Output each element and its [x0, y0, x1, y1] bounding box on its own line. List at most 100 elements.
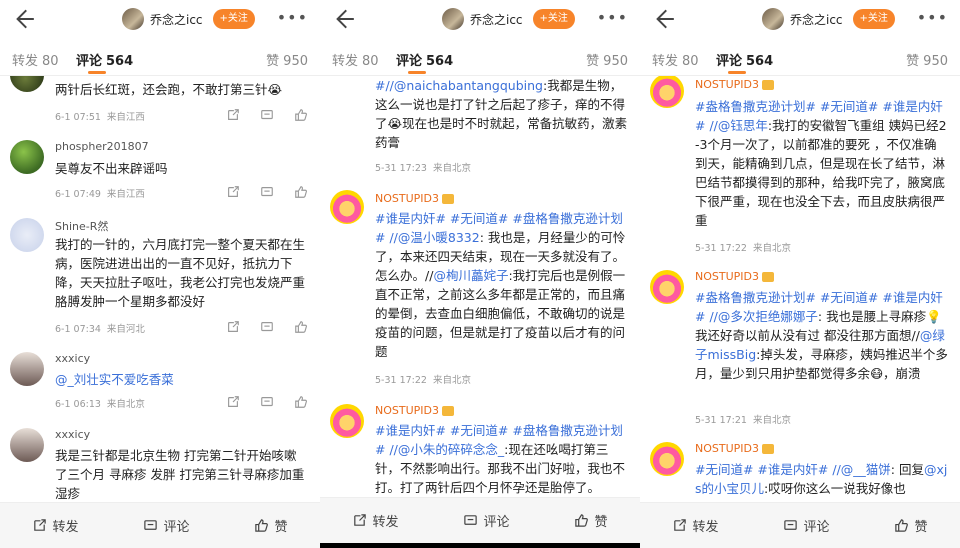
hashtag-prefix[interactable]: #// — [375, 78, 394, 93]
comment-icon[interactable] — [260, 319, 274, 333]
like-button[interactable]: 赞 — [574, 511, 608, 530]
commenter-name[interactable]: NOSTUPID3 — [695, 78, 774, 91]
tab-repost[interactable]: 转发 80 — [12, 50, 59, 69]
comment-button[interactable]: 评论 — [143, 516, 190, 535]
mention-link[interactable]: //@钰思年 — [709, 118, 767, 133]
like-icon[interactable] — [294, 107, 308, 121]
mention-link[interactable]: //@__猫饼 — [832, 462, 890, 477]
active-tab-indicator — [408, 71, 426, 74]
like-button[interactable]: 赞 — [894, 516, 928, 535]
hashtag-links[interactable]: #无间道# #谁是内奸# — [695, 462, 828, 477]
tab-repost[interactable]: 转发 80 — [332, 50, 379, 69]
mention-link[interactable]: @栒川藟姹子 — [433, 268, 508, 283]
mention-link[interactable]: //@温小暖8332 — [389, 230, 479, 245]
commenter-name-text: NOSTUPID3 — [375, 192, 439, 205]
comment-date: 5-31 17:22 — [695, 243, 747, 254]
back-arrow-icon[interactable] — [330, 6, 356, 32]
back-arrow-icon[interactable] — [650, 6, 676, 32]
mention-link[interactable]: //@小朱的碎碎念念_ — [389, 442, 504, 457]
repost-button[interactable]: 转发 — [32, 516, 79, 535]
avatar[interactable] — [10, 218, 44, 252]
tab-repost-label: 转发 — [12, 54, 39, 69]
tabs: 转发 80 评论 564 赞 950 — [640, 38, 960, 76]
avatar[interactable] — [10, 76, 44, 92]
repost-label: 转发 — [692, 520, 719, 535]
tab-like-count: 950 — [283, 54, 308, 69]
commenter-name[interactable]: NOSTUPID3 — [375, 192, 454, 205]
repost-button[interactable]: 转发 — [352, 511, 399, 530]
comment-icon[interactable] — [260, 107, 274, 121]
repost-icon — [674, 519, 687, 531]
comment-label: 评论 — [483, 515, 510, 530]
tab-comment[interactable]: 评论 564 — [76, 50, 133, 69]
like-icon[interactable] — [294, 184, 308, 198]
mention-link[interactable]: //@多次拒绝娜娜子 — [709, 309, 817, 324]
avatar[interactable] — [762, 8, 784, 30]
like-icon[interactable] — [294, 319, 308, 333]
author[interactable]: 乔念之icc +关注 — [442, 7, 575, 31]
share-icon[interactable] — [226, 319, 240, 333]
avatar[interactable] — [330, 404, 364, 438]
comment-text: #//@naichabantangqubing:我都是生物，这么一说也是打了针之… — [375, 76, 628, 152]
bottom-action-bar: 转发 评论 赞 — [0, 502, 320, 548]
tab-comment[interactable]: 评论 564 — [396, 50, 453, 69]
commenter-name[interactable]: NOSTUPID3 — [375, 404, 454, 417]
tab-like[interactable]: 赞 950 — [906, 50, 948, 69]
avatar[interactable] — [650, 76, 684, 108]
comment-date: 6-1 06:13 — [55, 399, 101, 410]
comment-button[interactable]: 评论 — [783, 516, 830, 535]
commenter-name[interactable]: NOSTUPID3 — [695, 442, 774, 455]
comment-meta: 6-1 07:51 来自江西 — [55, 109, 145, 123]
comment-icon[interactable] — [260, 184, 274, 198]
commenter-name[interactable]: xxxicy — [55, 352, 90, 365]
comment-button[interactable]: 评论 — [463, 511, 510, 530]
commenter-name[interactable]: NOSTUPID3 — [695, 270, 774, 283]
avatar[interactable] — [442, 8, 464, 30]
author[interactable]: 乔念之icc +关注 — [762, 7, 895, 31]
avatar[interactable] — [10, 428, 44, 462]
username[interactable]: 乔念之icc — [150, 11, 203, 28]
vip-badge-icon — [762, 80, 774, 90]
comment-item: phospher201807 吴尊友不出来辟谣吗 6-1 07:49 来自江西 — [0, 136, 320, 206]
avatar[interactable] — [650, 442, 684, 476]
comment-icon[interactable] — [260, 394, 274, 408]
tab-comment-count: 564 — [426, 54, 454, 69]
share-icon[interactable] — [226, 184, 240, 198]
username[interactable]: 乔念之icc — [470, 11, 523, 28]
commenter-name[interactable]: xxxicy — [55, 428, 90, 441]
avatar[interactable] — [10, 352, 44, 386]
share-icon[interactable] — [226, 394, 240, 408]
more-icon[interactable]: ••• — [597, 10, 628, 26]
more-icon[interactable]: ••• — [917, 10, 948, 26]
commenter-name[interactable]: phospher201807 — [55, 140, 149, 153]
like-icon[interactable] — [294, 394, 308, 408]
avatar[interactable] — [330, 190, 364, 224]
share-icon[interactable] — [226, 107, 240, 121]
username[interactable]: 乔念之icc — [790, 11, 843, 28]
more-icon[interactable]: ••• — [277, 10, 308, 26]
comment-meta: 5-31 17:22 来自北京 — [375, 372, 471, 386]
mention-link[interactable]: @naichabantangqubing — [394, 78, 543, 93]
avatar[interactable] — [122, 8, 144, 30]
comment-body: :哎呀你这么一说我好像也 — [764, 481, 906, 496]
follow-button[interactable]: +关注 — [212, 9, 255, 29]
avatar[interactable] — [10, 140, 44, 174]
commenter-name-text: NOSTUPID3 — [695, 78, 759, 91]
repost-button[interactable]: 转发 — [672, 516, 719, 535]
back-arrow-icon[interactable] — [10, 6, 36, 32]
follow-button[interactable]: +关注 — [852, 9, 895, 29]
follow-button[interactable]: +关注 — [532, 9, 575, 29]
vip-badge-icon — [442, 406, 454, 416]
tab-comment[interactable]: 评论 564 — [716, 50, 773, 69]
commenter-name[interactable]: Shine-R然 — [55, 218, 108, 234]
tab-repost[interactable]: 转发 80 — [652, 50, 699, 69]
tab-comment-label: 评论 — [396, 54, 423, 69]
comment-date: 5-31 17:23 — [375, 163, 427, 174]
tab-like[interactable]: 赞 950 — [266, 50, 308, 69]
author[interactable]: 乔念之icc +关注 — [122, 7, 255, 31]
tab-like[interactable]: 赞 950 — [586, 50, 628, 69]
mention-link[interactable]: @_刘壮实不爱吃香菜 — [55, 370, 308, 389]
like-button[interactable]: 赞 — [254, 516, 288, 535]
avatar[interactable] — [650, 270, 684, 304]
comment-item: xxxicy 我是三针都是北京生物 打完第二针开始咳嗽了三个月 寻麻疹 发胖 打… — [0, 424, 320, 502]
